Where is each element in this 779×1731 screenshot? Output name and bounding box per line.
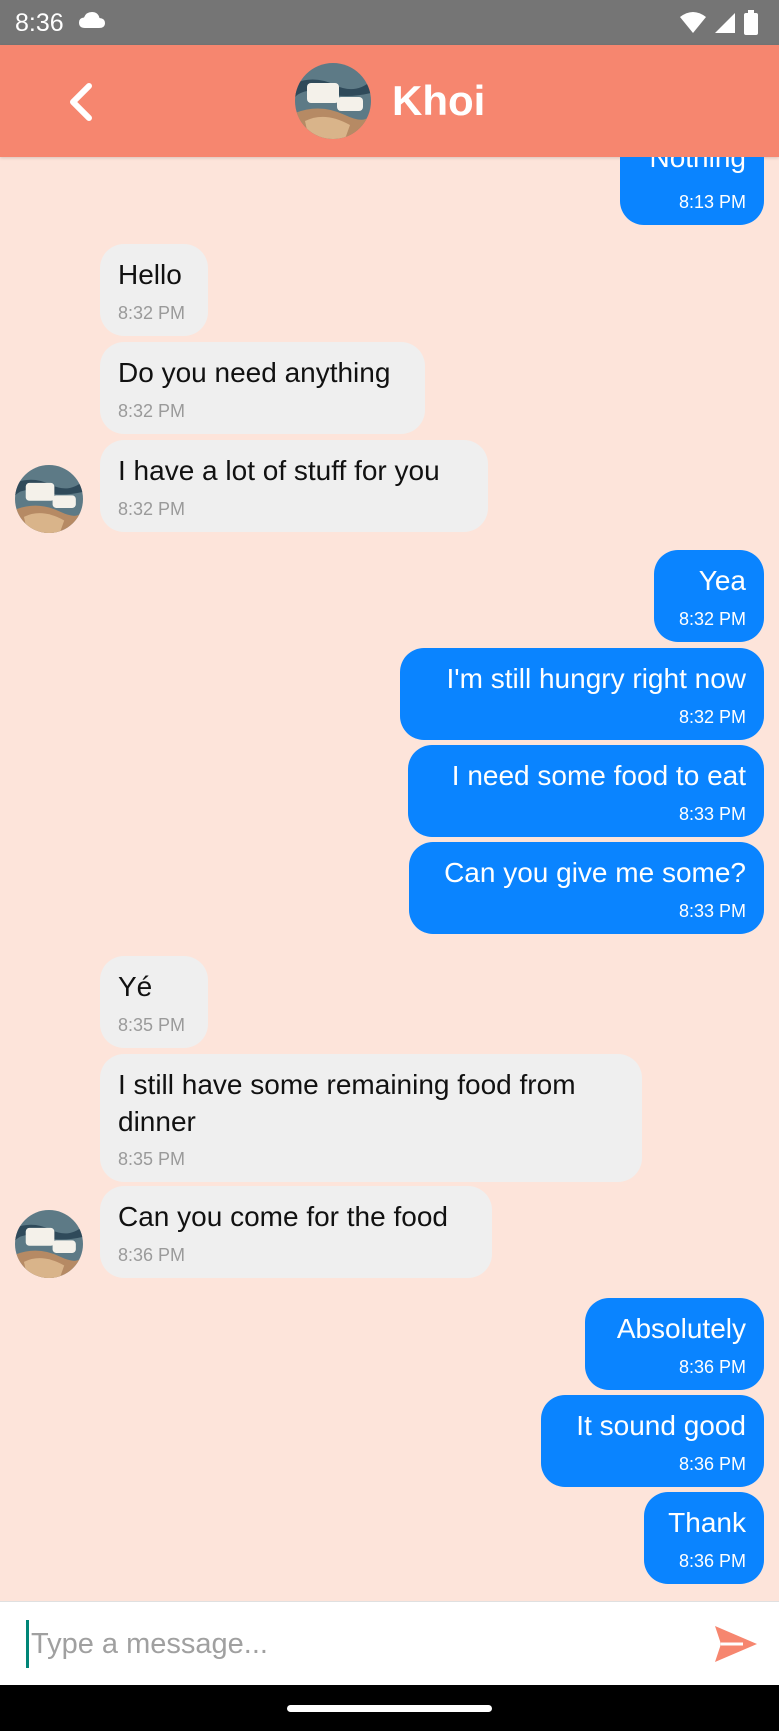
wifi-icon <box>679 11 707 40</box>
message-time: 8:36 PM <box>118 1245 186 1265</box>
message-time: 8:36 PM <box>678 1454 746 1474</box>
contact-avatar[interactable] <box>295 63 371 139</box>
message-time: 8:32 PM <box>118 401 186 421</box>
message-text: Can you come for the food <box>118 1201 448 1232</box>
send-button[interactable] <box>713 1624 759 1664</box>
message-time: 8:13 PM <box>678 192 746 212</box>
message-bubble-outgoing[interactable]: Thank 8:36 PM <box>644 1492 764 1584</box>
message-text: I need some food to eat <box>451 760 746 791</box>
message-bubble-outgoing[interactable]: Yea 8:32 PM <box>654 550 764 642</box>
message-bubble-incoming[interactable]: Yé 8:35 PM <box>100 956 208 1048</box>
home-gesture-handle[interactable] <box>287 1705 492 1712</box>
contact-avatar[interactable] <box>15 1210 83 1278</box>
contact-name: Khoi <box>392 77 486 124</box>
message-time: 8:33 PM <box>678 901 746 921</box>
message-text: Yea <box>698 565 746 596</box>
message-bubble-outgoing[interactable]: Absolutely 8:36 PM <box>585 1298 764 1390</box>
message-bubble-outgoing[interactable]: It sound good 8:36 PM <box>541 1395 764 1487</box>
message-text: Do you need anything <box>118 357 391 388</box>
message-bubble-incoming[interactable]: Can you come for the food 8:36 PM <box>100 1186 492 1278</box>
message-time: 8:32 PM <box>118 303 186 323</box>
message-time: 8:33 PM <box>678 804 746 824</box>
contact-avatar[interactable] <box>15 465 83 533</box>
message-text: Nothing <box>649 157 746 173</box>
send-icon <box>715 1626 757 1662</box>
message-bubble-outgoing[interactable]: Nothing 8:13 PM <box>620 157 764 225</box>
message-text: Yé <box>118 971 153 1002</box>
message-text: Absolutely <box>616 1313 746 1344</box>
battery-icon <box>743 10 759 41</box>
message-text: I'm still hungry right now <box>446 663 746 694</box>
message-time: 8:35 PM <box>118 1149 186 1169</box>
message-text: Hello <box>118 259 182 290</box>
composer-bar <box>0 1601 779 1686</box>
message-list[interactable]: Nothing 8:13 PM Hello 8:32 PM Do you nee… <box>0 157 779 1601</box>
status-bar: 8:36 <box>0 0 779 45</box>
message-text: Can you give me some? <box>444 857 746 888</box>
message-text: I still have some remaining food from di… <box>118 1069 576 1137</box>
message-bubble-outgoing[interactable]: I'm still hungry right now 8:32 PM <box>400 648 764 740</box>
message-bubble-incoming[interactable]: I still have some remaining food from di… <box>100 1054 642 1182</box>
message-time: 8:32 PM <box>678 707 746 727</box>
message-text: It sound good <box>576 1410 746 1441</box>
message-time: 8:32 PM <box>118 499 186 519</box>
cloud-icon <box>78 10 106 35</box>
message-text: I have a lot of stuff for you <box>118 455 440 486</box>
signal-icon <box>713 11 737 40</box>
message-bubble-incoming[interactable]: Hello 8:32 PM <box>100 244 208 336</box>
system-nav-bar <box>0 1685 779 1731</box>
message-time: 8:36 PM <box>678 1357 746 1377</box>
message-bubble-incoming[interactable]: Do you need anything 8:32 PM <box>100 342 425 434</box>
message-time: 8:35 PM <box>118 1015 186 1035</box>
chat-header: Khoi <box>0 45 779 157</box>
message-time: 8:32 PM <box>678 609 746 629</box>
chevron-left-icon <box>70 83 92 121</box>
message-input[interactable] <box>26 1620 693 1668</box>
message-bubble-incoming[interactable]: I have a lot of stuff for you 8:32 PM <box>100 440 488 532</box>
message-text: Thank <box>668 1507 746 1538</box>
message-bubble-outgoing[interactable]: Can you give me some? 8:33 PM <box>409 842 764 934</box>
status-time: 8:36 <box>15 9 64 37</box>
message-time: 8:36 PM <box>678 1551 746 1571</box>
message-bubble-outgoing[interactable]: I need some food to eat 8:33 PM <box>408 745 764 837</box>
back-button[interactable] <box>60 80 104 124</box>
